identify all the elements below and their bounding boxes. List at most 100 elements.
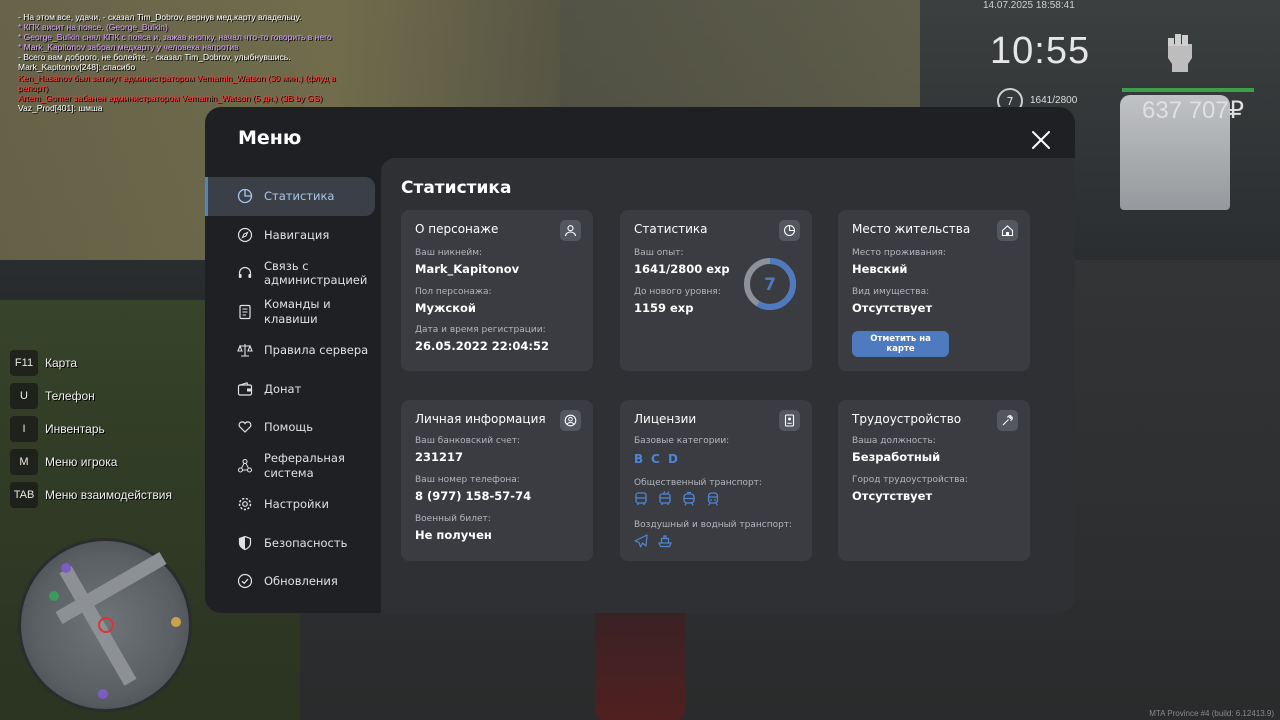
sidebar-item-statistics[interactable]: Статистика xyxy=(205,177,375,216)
minimap-player-marker xyxy=(98,617,114,633)
plane-icon xyxy=(634,534,648,548)
field-value-next-level: 1159 exp xyxy=(634,301,694,315)
field-label: Город трудоустройства: xyxy=(852,475,968,485)
card-statistics: Статистика Ваш опыт: 1641/2800 exp До но… xyxy=(620,210,812,371)
headset-icon xyxy=(238,267,252,279)
key-label: Меню взаимодействия xyxy=(45,487,172,502)
keybind-row: U Телефон xyxy=(10,379,172,412)
card-title: Трудоустройство xyxy=(852,412,962,426)
pie-chart-icon xyxy=(237,189,253,204)
field-value-exp: 1641/2800 exp xyxy=(634,262,730,276)
chat-line: - На этом все, удачи, - сказал Tim_Dobro… xyxy=(18,12,302,22)
field-value-position: Безработный xyxy=(852,450,941,464)
keybind-row: TAB Меню взаимодействия xyxy=(10,478,172,511)
field-value-bank: 231217 xyxy=(415,450,464,464)
sidebar-item-updates[interactable]: Обновления xyxy=(205,562,381,601)
bus-icon xyxy=(635,492,647,505)
sidebar-item-label: Статистика xyxy=(264,189,335,203)
sidebar-item-donate[interactable]: Донат xyxy=(205,370,381,409)
sidebar-item-label: Безопасность xyxy=(264,535,348,550)
user-icon xyxy=(560,220,581,241)
level-progress-ring: 7 xyxy=(744,258,796,310)
keybind-row: M Меню игрока xyxy=(10,445,172,478)
sidebar-item-help[interactable]: Помощь xyxy=(205,408,381,447)
minimap xyxy=(18,538,192,712)
sidebar-item-commands[interactable]: Команды и клавиши xyxy=(205,293,381,332)
sidebar-item-label: Команды и клавиши xyxy=(264,297,331,326)
chat-line: Ken_Hasanov был заткнут администратором … xyxy=(18,72,336,83)
key-label: Меню игрока xyxy=(45,454,118,469)
key-label: Телефон xyxy=(45,388,95,403)
close-icon[interactable] xyxy=(1030,129,1052,151)
keybind-row: I Инвентарь xyxy=(10,412,172,445)
metro-icon xyxy=(707,492,719,506)
field-label: Место проживания: xyxy=(852,248,946,258)
keybind-list: F11 Карта U Телефон I Инвентарь M Меню и… xyxy=(10,346,172,511)
minimap-blip xyxy=(98,689,108,699)
license-category: D xyxy=(668,452,678,466)
chat-line: Mark_Kapitonov[248]: спасибо xyxy=(18,62,136,73)
minimap-blip xyxy=(171,617,181,627)
pie-chart-icon xyxy=(779,220,800,241)
sidebar-item-label: Настройки xyxy=(264,497,329,511)
field-value-registration: 26.05.2022 22:04:52 xyxy=(415,339,549,353)
chat-line: * Mark_Kapitonov забрал медкарту у челов… xyxy=(18,42,239,53)
sidebar-item-label: Донат xyxy=(264,381,302,396)
player-character xyxy=(595,600,685,720)
menu-sidebar: Статистика Навигация Связь с администрац… xyxy=(205,177,381,601)
content-panel: Статистика О персонаже Ваш никнейм: Mark… xyxy=(381,158,1075,613)
hud-clock: 10:55 xyxy=(990,30,1091,72)
field-label: Воздушный и водный транспорт: xyxy=(634,520,793,530)
sidebar-item-label: Правила сервера xyxy=(264,343,369,357)
card-title: Лицензии xyxy=(634,412,697,426)
field-label: До нового уровня: xyxy=(634,287,721,297)
sidebar-item-referral[interactable]: Реферальная система xyxy=(205,447,381,486)
key-badge: TAB xyxy=(10,481,38,508)
field-value-phone: 8 (977) 158-57-74 xyxy=(415,489,532,503)
sidebar-item-security[interactable]: Безопасность xyxy=(205,524,381,563)
menu-title: Меню xyxy=(238,127,302,149)
key-label: Карта xyxy=(45,355,78,370)
build-watermark: MTA Province #4 (build: 6.12413.9) xyxy=(1149,709,1274,718)
trolleybus-icon xyxy=(659,491,671,505)
key-badge: I xyxy=(10,415,38,442)
card-title: Статистика xyxy=(634,222,708,236)
field-label: Базовые категории: xyxy=(634,436,730,446)
hud-datetime: 14.07.2025 18:58:41 xyxy=(983,0,1075,11)
field-label: Ваш никнейм: xyxy=(415,248,483,258)
card-residence: Место жительства Место проживания: Невск… xyxy=(838,210,1030,371)
card-title: О персонаже xyxy=(415,222,499,236)
field-label: Ваш опыт: xyxy=(634,248,684,258)
mark-on-map-button[interactable]: Отметить на карте xyxy=(852,331,949,357)
menu-window: Меню Статистика Навигация Связь с админи… xyxy=(205,107,1075,613)
fist-icon xyxy=(1168,34,1192,72)
sidebar-item-label: Навигация xyxy=(264,227,330,242)
sidebar-item-label: Реферальная система xyxy=(264,451,345,480)
scales-icon xyxy=(237,344,253,357)
field-label: Ваш банковский счет: xyxy=(415,436,521,446)
card-personal-info: Личная информация Ваш банковский счет: 2… xyxy=(401,400,593,561)
sidebar-item-settings[interactable]: Настройки xyxy=(205,485,381,524)
sidebar-item-rules[interactable]: Правила сервера xyxy=(205,331,381,370)
gear-icon xyxy=(238,498,252,511)
boat-icon xyxy=(658,535,672,548)
sidebar-item-navigation[interactable]: Навигация xyxy=(205,216,381,255)
sidebar-item-label: Связь с администрацией xyxy=(264,258,368,288)
field-value-gender: Мужской xyxy=(415,301,476,315)
chat-line: - Всего вам доброго, не болейте, - сказа… xyxy=(18,52,291,63)
card-employment: Трудоустройство Ваша должность: Безработ… xyxy=(838,400,1030,561)
chat-line: * КПК висит на поясе. (George_Bulkin) xyxy=(18,22,168,33)
field-label: Пол персонажа: xyxy=(415,287,492,297)
document-icon xyxy=(239,304,251,319)
field-label: Ваша должность: xyxy=(852,436,936,446)
home-icon xyxy=(997,220,1018,241)
key-badge: M xyxy=(10,448,38,475)
field-value-nickname: Mark_Kapitonov xyxy=(415,262,520,276)
minimap-blip xyxy=(49,591,59,601)
field-value-military: Не получен xyxy=(415,528,492,542)
chat-line: репорт) xyxy=(18,82,49,93)
sidebar-item-contact-admin[interactable]: Связь с администрацией xyxy=(205,254,381,293)
check-circle-icon xyxy=(237,574,253,589)
card-licenses: Лицензии Базовые категории: B C D Общест… xyxy=(620,400,812,561)
chat-line: * George_Bulkin снял КПК с пояса и, зажа… xyxy=(18,32,332,43)
